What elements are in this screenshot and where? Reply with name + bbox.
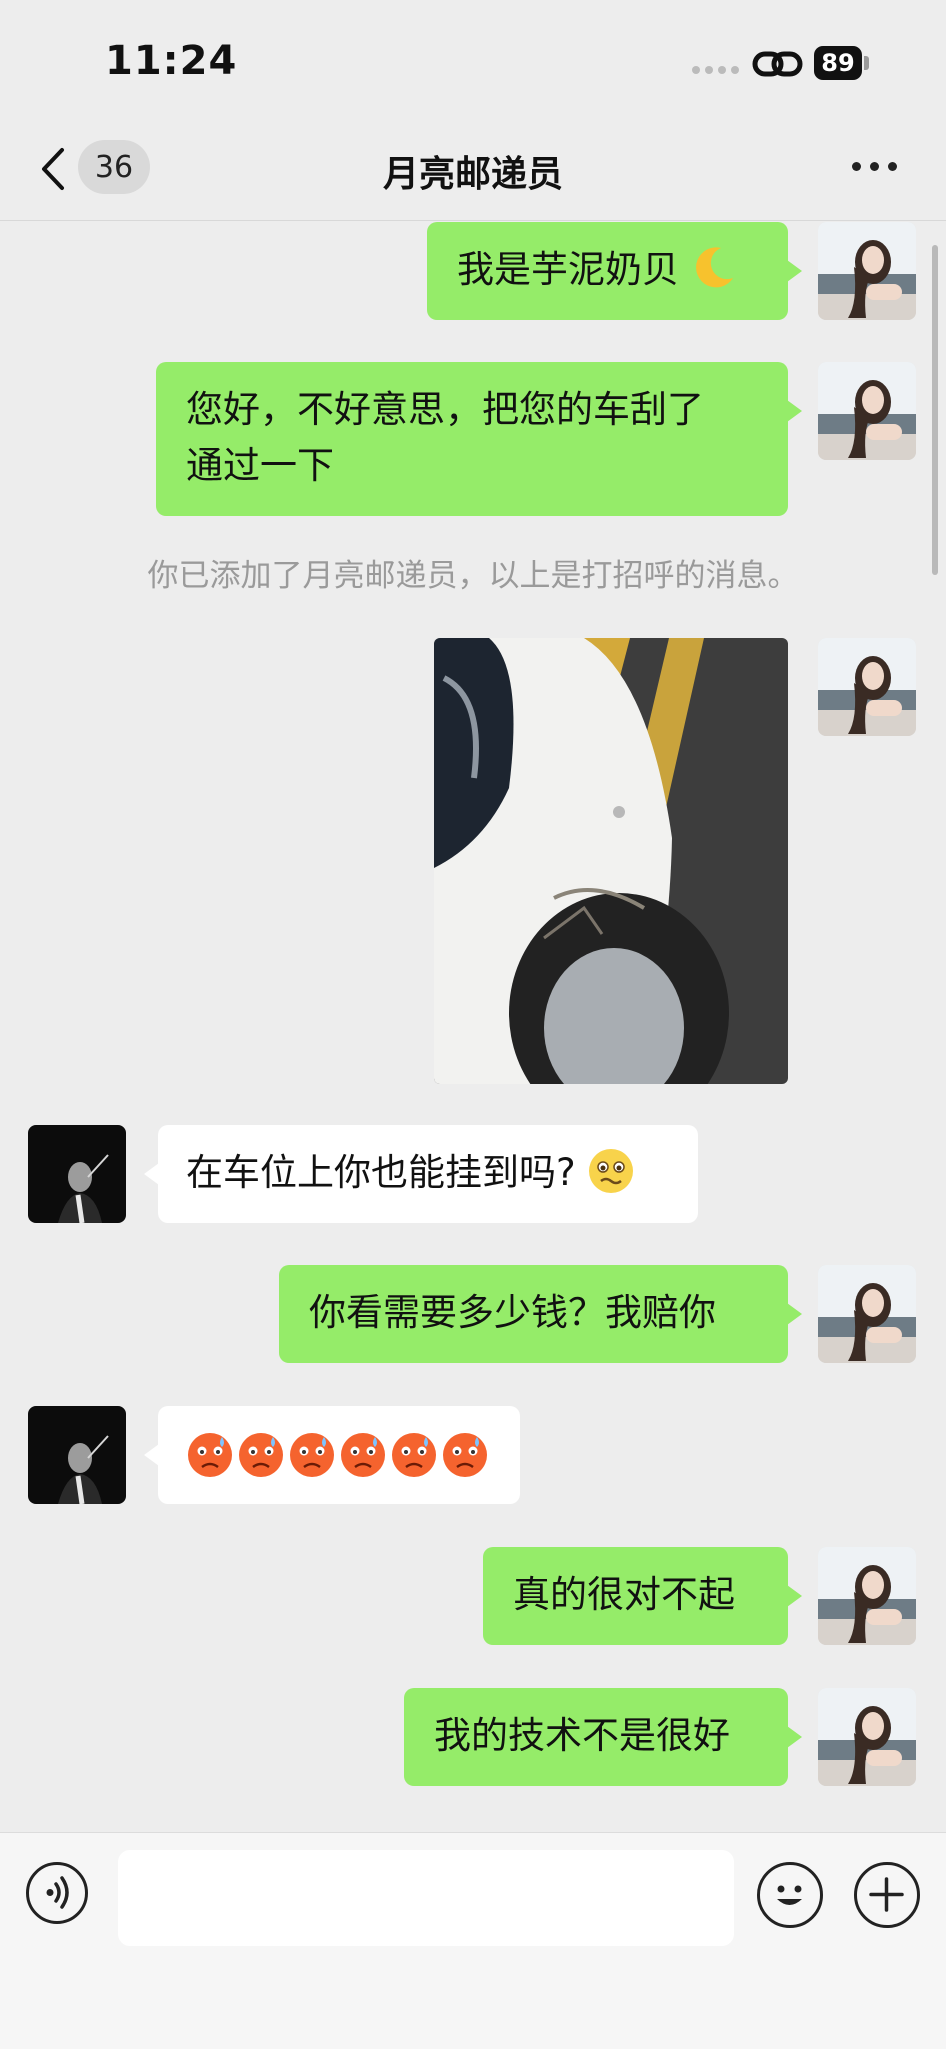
message-bubble-contact[interactable]: 在车位上你也能挂到吗?	[144, 1125, 698, 1223]
more-dots-icon[interactable]	[852, 162, 897, 171]
plus-icon[interactable]	[854, 1862, 920, 1928]
link-icon	[752, 51, 803, 77]
avatar-mine[interactable]	[818, 638, 916, 736]
message-bubble-mine[interactable]: 真的很对不起	[483, 1547, 802, 1645]
avatar-mine[interactable]	[818, 1265, 916, 1363]
sad-face-emoji	[341, 1433, 385, 1477]
avatar-mine[interactable]	[818, 362, 916, 460]
message-text: 我是芋泥奶贝	[457, 248, 679, 291]
avatar-mine[interactable]	[818, 222, 916, 320]
avatar-contact[interactable]	[28, 1125, 126, 1223]
scrollbar[interactable]	[932, 245, 938, 575]
avatar-mine[interactable]	[818, 1547, 916, 1645]
sad-face-emoji	[239, 1433, 283, 1477]
battery-icon: 89	[814, 46, 862, 80]
message-text: 真的很对不起	[513, 1573, 735, 1616]
message-bubble-mine[interactable]: 您好，不好意思，把您的车刮了 通过一下	[156, 362, 802, 516]
message-text-line: 通过一下	[186, 444, 334, 487]
message-text: 我的技术不是很好	[434, 1714, 730, 1757]
message-input[interactable]	[118, 1850, 734, 1946]
woozy-face-emoji	[589, 1149, 634, 1193]
avatar-contact[interactable]	[28, 1406, 126, 1504]
voice-icon[interactable]	[26, 1862, 88, 1924]
sad-face-emoji	[392, 1433, 436, 1477]
avatar-mine[interactable]	[818, 1688, 916, 1786]
sad-face-emoji	[188, 1433, 232, 1477]
sad-face-emoji	[290, 1433, 334, 1477]
sad-face-emoji	[443, 1433, 487, 1477]
message-bubble-contact[interactable]	[144, 1406, 520, 1504]
smile-icon[interactable]	[757, 1862, 823, 1928]
system-message: 你已添加了月亮邮递员，以上是打招呼的消息。	[147, 558, 799, 594]
car-scratch-photo[interactable]	[434, 638, 788, 1084]
message-text-line: 您好，不好意思，把您的车刮了	[186, 388, 704, 431]
crescent-moon-emoji	[695, 247, 733, 288]
chat-title: 月亮邮递员	[382, 154, 563, 195]
message-text: 你看需要多少钱？我赔你	[309, 1291, 716, 1334]
message-text: 在车位上你也能挂到吗?	[186, 1151, 576, 1194]
status-time: 11:24	[105, 38, 238, 84]
status-bar: 11:24 89	[0, 0, 946, 120]
message-bubble-mine[interactable]: 你看需要多少钱？我赔你	[279, 1265, 802, 1363]
signal-icon	[692, 66, 739, 74]
message-bubble-mine[interactable]: 我的技术不是很好	[404, 1688, 802, 1786]
battery-tip	[864, 56, 869, 70]
message-bubble-mine[interactable]: 我是芋泥奶贝	[427, 222, 802, 320]
